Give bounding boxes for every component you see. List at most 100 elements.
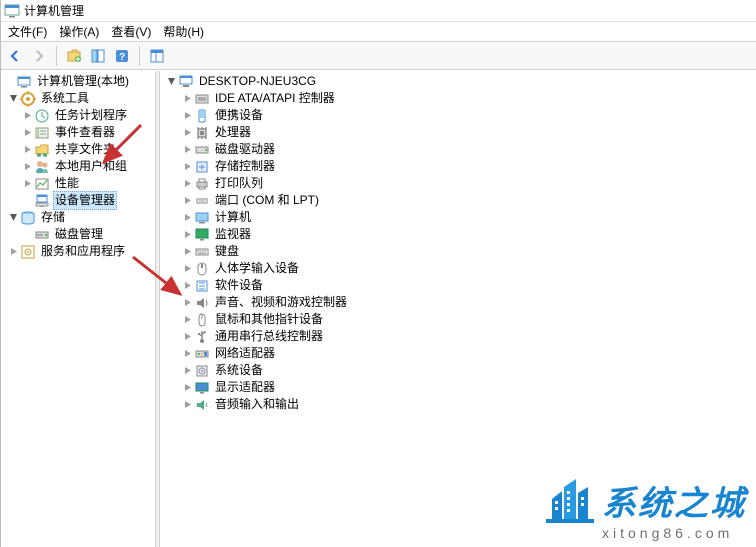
tree-label: 系统工具: [39, 90, 91, 107]
layout-button[interactable]: [146, 45, 168, 67]
expand-toggle[interactable]: [180, 230, 194, 239]
device-category[interactable]: 音频输入和输出: [162, 396, 756, 413]
expand-toggle[interactable]: [180, 366, 194, 375]
storage-icon: [20, 210, 36, 226]
tree-shared-folders[interactable]: 共享文件夹: [0, 141, 155, 158]
tree-performance[interactable]: 性能: [0, 175, 155, 192]
device-root[interactable]: DESKTOP-NJEU3CG: [162, 73, 756, 90]
expand-toggle[interactable]: [180, 213, 194, 222]
device-root-label: DESKTOP-NJEU3CG: [197, 73, 318, 90]
expand-toggle[interactable]: [180, 298, 194, 307]
device-category[interactable]: 显示适配器: [162, 379, 756, 396]
expand-toggle[interactable]: [164, 77, 178, 86]
expand-toggle[interactable]: [180, 94, 194, 103]
portable-icon: [194, 108, 210, 124]
device-category[interactable]: 处理器: [162, 124, 756, 141]
expand-toggle[interactable]: [180, 349, 194, 358]
expand-toggle[interactable]: [180, 400, 194, 409]
device-label: 磁盘驱动器: [213, 141, 277, 158]
brand-text: 系统之城: [602, 476, 746, 525]
left-pane[interactable]: 计算机管理(本地) 系统工具 任务计划程序 事件查看器: [0, 71, 156, 547]
device-category[interactable]: 监视器: [162, 226, 756, 243]
pc-icon: [194, 210, 210, 226]
expand-toggle[interactable]: [180, 128, 194, 137]
device-category[interactable]: 网络适配器: [162, 345, 756, 362]
tree-event-viewer[interactable]: 事件查看器: [0, 124, 155, 141]
title-bar: 计算机管理: [0, 0, 756, 22]
window-border: [0, 0, 1, 547]
tree-label: 服务和应用程序: [39, 243, 127, 260]
device-category[interactable]: 人体学输入设备: [162, 260, 756, 277]
expand-toggle[interactable]: [180, 111, 194, 120]
show-hide-button[interactable]: [87, 45, 109, 67]
tree-root-computer-mgmt[interactable]: 计算机管理(本地): [0, 73, 155, 90]
expand-toggle[interactable]: [20, 111, 34, 120]
expand-toggle[interactable]: [6, 213, 20, 222]
content-panes: 计算机管理(本地) 系统工具 任务计划程序 事件查看器: [0, 70, 756, 547]
device-label: 软件设备: [213, 277, 265, 294]
cpu-icon: [194, 125, 210, 141]
tree-local-users[interactable]: 本地用户和组: [0, 158, 155, 175]
expand-toggle[interactable]: [20, 179, 34, 188]
device-category[interactable]: 软件设备: [162, 277, 756, 294]
expand-toggle[interactable]: [180, 332, 194, 341]
tree-device-manager[interactable]: 设备管理器: [0, 192, 155, 209]
expand-toggle[interactable]: [180, 162, 194, 171]
tree-services[interactable]: 服务和应用程序: [0, 243, 155, 260]
expand-toggle[interactable]: [6, 247, 20, 256]
tree-label: 存储: [39, 209, 67, 226]
keyboard-icon: [194, 244, 210, 260]
device-category[interactable]: 端口 (COM 和 LPT): [162, 192, 756, 209]
device-category[interactable]: 声音、视频和游戏控制器: [162, 294, 756, 311]
expand-toggle[interactable]: [180, 145, 194, 154]
expand-toggle[interactable]: [180, 281, 194, 290]
expand-toggle[interactable]: [180, 383, 194, 392]
device-category[interactable]: 计算机: [162, 209, 756, 226]
software-icon: [194, 278, 210, 294]
menu-view[interactable]: 查看(V): [105, 21, 157, 42]
expand-toggle[interactable]: [180, 315, 194, 324]
tree-storage[interactable]: 存储: [0, 209, 155, 226]
up-button[interactable]: [63, 45, 85, 67]
computer-mgmt-icon: [16, 74, 32, 90]
device-category[interactable]: 键盘: [162, 243, 756, 260]
tree-disk-mgmt[interactable]: 磁盘管理: [0, 226, 155, 243]
menu-action[interactable]: 操作(A): [53, 21, 105, 42]
right-pane[interactable]: DESKTOP-NJEU3CG IDE ATA/ATAPI 控制器便携设备处理器…: [160, 71, 756, 547]
menu-help[interactable]: 帮助(H): [157, 21, 210, 42]
menu-file[interactable]: 文件(F): [2, 21, 53, 42]
svg-text:?: ?: [119, 52, 125, 63]
expand-toggle[interactable]: [180, 179, 194, 188]
device-category[interactable]: 系统设备: [162, 362, 756, 379]
device-category[interactable]: IDE ATA/ATAPI 控制器: [162, 90, 756, 107]
tree-label: 设备管理器: [53, 191, 117, 210]
mouse-icon: [194, 312, 210, 328]
tree-label: 磁盘管理: [53, 226, 105, 243]
help-button[interactable]: ?: [111, 45, 133, 67]
expand-toggle[interactable]: [20, 162, 34, 171]
device-category[interactable]: 打印队列: [162, 175, 756, 192]
brand-url: xitong86.com: [602, 525, 746, 541]
display-icon: [194, 380, 210, 396]
expand-toggle[interactable]: [6, 94, 20, 103]
expand-toggle[interactable]: [20, 128, 34, 137]
device-category[interactable]: 磁盘驱动器: [162, 141, 756, 158]
expand-toggle[interactable]: [180, 247, 194, 256]
forward-button[interactable]: [28, 45, 50, 67]
back-button[interactable]: [4, 45, 26, 67]
tree-label: 事件查看器: [53, 124, 117, 141]
expand-toggle[interactable]: [20, 145, 34, 154]
device-category[interactable]: 通用串行总线控制器: [162, 328, 756, 345]
expand-toggle[interactable]: [180, 196, 194, 205]
device-label: 处理器: [213, 124, 253, 141]
device-category[interactable]: 存储控制器: [162, 158, 756, 175]
tree-task-scheduler[interactable]: 任务计划程序: [0, 107, 155, 124]
device-category[interactable]: 鼠标和其他指针设备: [162, 311, 756, 328]
tree-system-tools[interactable]: 系统工具: [0, 90, 155, 107]
disk-mgmt-icon: [34, 227, 50, 243]
printer-icon: [194, 176, 210, 192]
toolbar-divider: [56, 46, 57, 66]
device-category[interactable]: 便携设备: [162, 107, 756, 124]
system-dev-icon: [194, 363, 210, 379]
expand-toggle[interactable]: [180, 264, 194, 273]
